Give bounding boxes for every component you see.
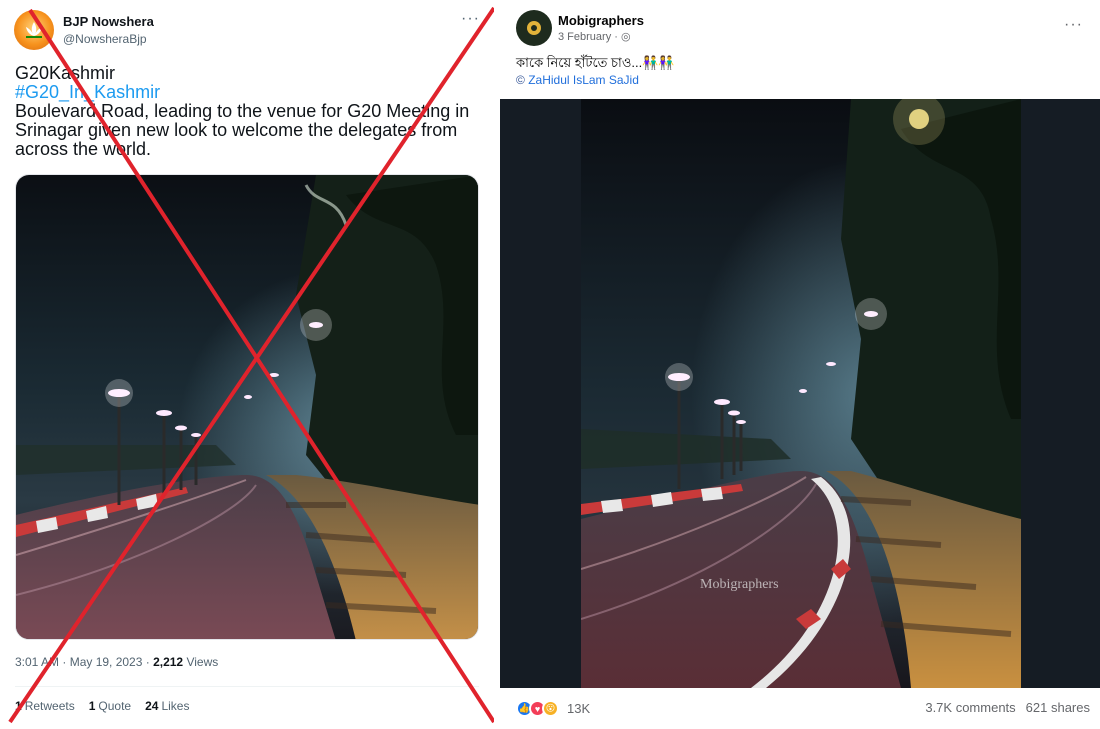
aperture-icon — [527, 21, 541, 35]
quotes-stat[interactable]: 1 Quote — [89, 699, 131, 713]
likes-count: 24 — [145, 699, 159, 713]
post-date[interactable]: 3 February · ◎ — [558, 30, 631, 43]
quotes-count: 1 — [88, 699, 96, 713]
credit-link[interactable]: ZaHidul IsLam SaJid — [528, 73, 639, 87]
comments-count[interactable]: 3.7K comments — [925, 700, 1015, 715]
likes-stat[interactable]: 24 Likes — [145, 699, 189, 713]
post-caption: কাকে নিয়ে হাঁটতে চাও...👫👫 — [516, 55, 675, 70]
user-handle[interactable]: @NowsheraBjp — [63, 32, 147, 46]
tweet-text-line: G20Kashmir — [15, 63, 116, 83]
display-name[interactable]: BJP Nowshera — [63, 14, 154, 29]
tweet-timestamp[interactable]: 3:01 AM · May 19, 2023 · 2,212 Views — [15, 655, 218, 669]
time-date: 3:01 AM · May 19, 2023 · — [15, 655, 154, 669]
quotes-label: Quote — [98, 699, 132, 713]
more-options-icon[interactable]: ··· — [1064, 16, 1083, 34]
reactions-bar[interactable]: 👍 ♥ 😮 13K — [516, 700, 590, 717]
divider — [15, 686, 479, 687]
photo-credit: © ZaHidul IsLam SaJid — [516, 73, 639, 87]
photo-watermark: Mobigraphers — [700, 577, 779, 592]
tweet-text: G20Kashmir #G20_In_Kashmir Boulevard Roa… — [15, 64, 485, 159]
hashtag-link[interactable]: #G20_In_Kashmir — [15, 83, 485, 102]
more-options-icon[interactable]: ··· — [461, 10, 480, 28]
page-avatar[interactable] — [516, 10, 552, 46]
page-name[interactable]: Mobigraphers — [558, 13, 644, 28]
tweet-body: Boulevard Road, leading to the venue for… — [15, 101, 470, 159]
views-label: Views — [183, 655, 219, 669]
engagement-stats: 3.7K comments 621 shares — [925, 700, 1090, 715]
tweet-stats: 1 Retweets 1 Quote 24 Likes — [15, 699, 189, 713]
lotus-icon — [26, 22, 42, 38]
road-night-image — [581, 99, 1021, 688]
profile-avatar[interactable] — [14, 10, 54, 50]
road-night-image — [16, 175, 478, 639]
tweet-card: BJP Nowshera @NowsheraBjp ··· G20Kashmir… — [0, 0, 494, 729]
retweets-label: Retweets — [24, 699, 75, 713]
wow-reaction-icon: 😮 — [542, 700, 559, 717]
retweets-count: 1 — [15, 699, 22, 713]
reaction-count: 13K — [567, 701, 591, 716]
post-photo[interactable]: Mobigraphers — [500, 99, 1100, 688]
post-date-text: 3 February · — [558, 31, 621, 43]
views-count: 2,212 — [153, 655, 184, 669]
globe-icon: ◎ — [620, 31, 631, 43]
facebook-post-card: Mobigraphers 3 February · ◎ ··· কাকে নিয… — [500, 0, 1100, 729]
shares-count[interactable]: 621 shares — [1026, 700, 1090, 715]
retweets-stat[interactable]: 1 Retweets — [15, 699, 75, 713]
credit-prefix: © — [516, 73, 529, 87]
tweet-photo[interactable] — [15, 174, 479, 640]
likes-label: Likes — [161, 699, 190, 713]
